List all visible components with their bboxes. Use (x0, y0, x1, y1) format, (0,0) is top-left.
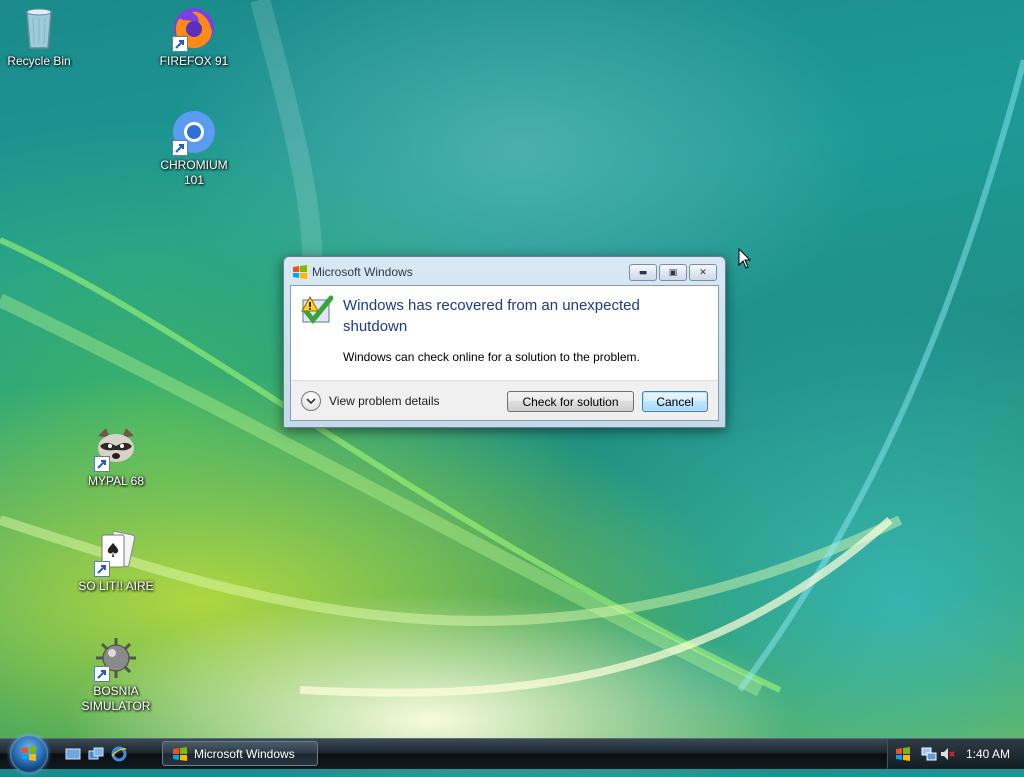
shortcut-arrow-icon (94, 561, 110, 577)
taskbar: Microsoft Windows 1:40 AM (0, 735, 1024, 773)
desktop-icon-label: MYPAL 68 (87, 474, 145, 488)
windows-flag-tray-icon[interactable] (895, 746, 911, 762)
desktop-icon-chromium[interactable]: CHROMIUM 101 (149, 108, 239, 188)
dialog-client-area: Windows has recovered from an unexpected… (290, 285, 719, 421)
desktop-icon-firefox[interactable]: FIREFOX 91 (149, 4, 239, 69)
cancel-button[interactable]: Cancel (642, 391, 708, 412)
solitaire-cards-icon (92, 529, 140, 577)
mine-icon (92, 634, 140, 682)
recycle-bin-icon (15, 4, 63, 52)
close-icon: ✕ (699, 267, 707, 278)
internet-explorer-icon[interactable] (111, 746, 127, 762)
dialog-title-bar[interactable]: Microsoft Windows ▬ ▣ ✕ (284, 257, 725, 285)
desktop-icon-recycle-bin[interactable]: Recycle Bin (0, 4, 84, 69)
desktop-icon-label: FIREFOX 91 (159, 54, 229, 68)
desktop-icon-label: Recycle Bin (7, 54, 71, 68)
shortcut-arrow-icon (172, 140, 188, 156)
view-details-label: View problem details (329, 394, 440, 408)
desktop-icon-solitaire[interactable]: SO LIT!! AIRE (71, 529, 161, 594)
desktop-icon-label: BOSNIA SIMULATOR (81, 684, 151, 713)
dialog-footer: View problem details Check for solution … (291, 380, 718, 420)
windows-logo-icon (22, 746, 36, 761)
chevron-down-icon (301, 391, 321, 411)
chromium-icon (170, 108, 218, 156)
shortcut-arrow-icon (172, 36, 188, 52)
taskbar-button-microsoft-windows[interactable]: Microsoft Windows (162, 741, 318, 766)
show-desktop-icon[interactable] (65, 746, 81, 762)
dialog-title: Microsoft Windows (312, 265, 413, 279)
minimize-button[interactable]: ▬ (629, 264, 657, 281)
error-dialog: Microsoft Windows ▬ ▣ ✕ Windows has reco… (283, 256, 726, 428)
start-button[interactable] (10, 735, 48, 773)
volume-muted-icon[interactable] (939, 746, 955, 762)
clock[interactable]: 1:40 AM (966, 747, 1010, 761)
taskbar-button-label: Microsoft Windows (194, 746, 295, 761)
windows-shield-icon (172, 746, 188, 762)
warning-check-icon (301, 294, 334, 326)
shortcut-arrow-icon (94, 456, 110, 472)
desktop-icon-mypal[interactable]: MYPAL 68 (71, 424, 161, 489)
dialog-content: Windows has recovered from an unexpected… (291, 286, 718, 380)
maximize-icon: ▣ (668, 267, 678, 278)
shortcut-arrow-icon (94, 666, 110, 682)
desktop-icon-label: CHROMIUM 101 (160, 158, 228, 187)
dialog-subtext: Windows can check online for a solution … (343, 350, 640, 364)
desktop-icon-bosnia-simulator[interactable]: BOSNIA SIMULATOR (71, 634, 161, 714)
close-button[interactable]: ✕ (689, 264, 717, 281)
switch-windows-icon[interactable] (88, 746, 104, 762)
minimize-icon: ▬ (638, 267, 648, 278)
desktop: Recycle Bin FIREFOX 91 CHROMIUM 101 MYPA… (0, 0, 1024, 738)
firefox-icon (170, 4, 218, 52)
desktop-icon-label: SO LIT!! AIRE (78, 579, 154, 593)
dialog-heading: Windows has recovered from an unexpected… (343, 297, 640, 335)
network-icon[interactable] (921, 746, 937, 762)
maximize-button[interactable]: ▣ (659, 264, 687, 281)
raccoon-icon (92, 424, 140, 472)
view-details-toggle[interactable]: View problem details (301, 391, 440, 411)
system-tray: 1:40 AM (887, 739, 1024, 769)
mouse-cursor-icon (738, 248, 752, 269)
windows-shield-icon (292, 264, 308, 280)
check-for-solution-button[interactable]: Check for solution (507, 391, 634, 412)
